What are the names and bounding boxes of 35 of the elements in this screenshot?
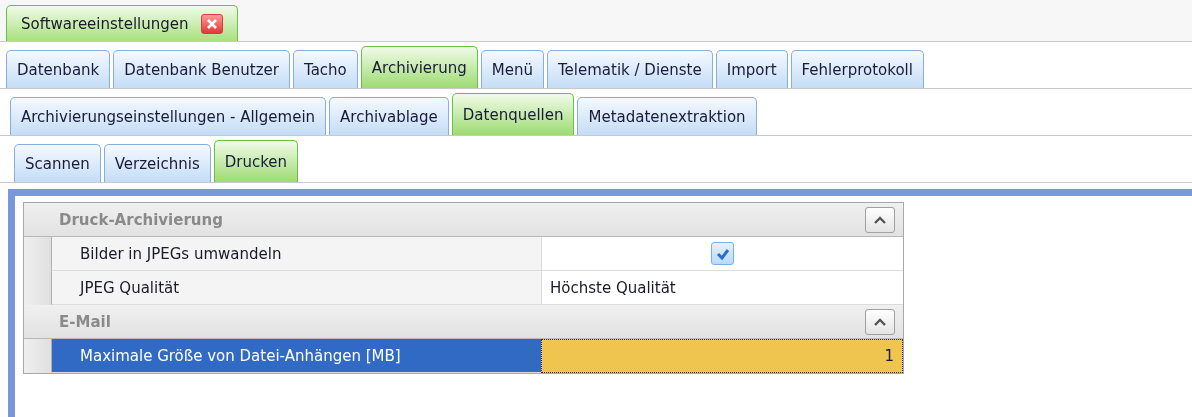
property-name[interactable]: Maximale Größe von Datei-Anhängen [MB] [51,339,541,373]
document-tab[interactable]: Softwareeinstellungen [6,5,238,41]
tab[interactable]: Archivierung [360,46,478,88]
cross-icon [205,17,218,30]
row-gutter [24,271,51,305]
tab[interactable]: Tacho [293,50,358,88]
tab[interactable]: Menü [480,50,544,88]
caret-icon [874,215,886,224]
checkmark-icon [715,247,730,260]
tab[interactable]: Fehlerprotokoll [790,50,924,88]
property-name[interactable]: Bilder in JPEGs umwandeln [51,237,541,271]
tab[interactable]: Archivierungseinstellungen - Allgemein [10,97,327,135]
category-title: Druck-Archivierung [59,210,224,229]
tab[interactable]: Metadatenextraktion [577,97,757,135]
checkbox[interactable] [711,242,734,265]
value-field[interactable]: 1 [541,339,903,373]
collapse-button[interactable] [865,206,895,233]
tab[interactable]: Telematik / Dienste [547,50,713,88]
close-icon[interactable] [200,13,223,34]
document-tab-title: Softwareeinstellungen [21,14,189,33]
row-gutter [24,339,51,373]
category-title: E-Mail [59,312,112,331]
tab[interactable]: Datenbank [6,50,111,88]
property-name[interactable]: JPEG Qualität [51,271,541,305]
collapse-button[interactable] [865,308,895,335]
tab[interactable]: Drucken [213,140,299,182]
property-value[interactable]: Höchste Qualität [541,271,903,305]
tab[interactable]: Datenquellen [451,93,575,135]
tab[interactable]: Import [715,50,788,88]
tab[interactable]: Scannen [14,144,101,182]
caret-icon [874,317,886,326]
row-gutter [24,237,51,271]
tab[interactable]: Verzeichnis [103,144,211,182]
tab[interactable]: Archivablage [329,97,449,135]
tab[interactable]: Datenbank Benutzer [113,50,290,88]
